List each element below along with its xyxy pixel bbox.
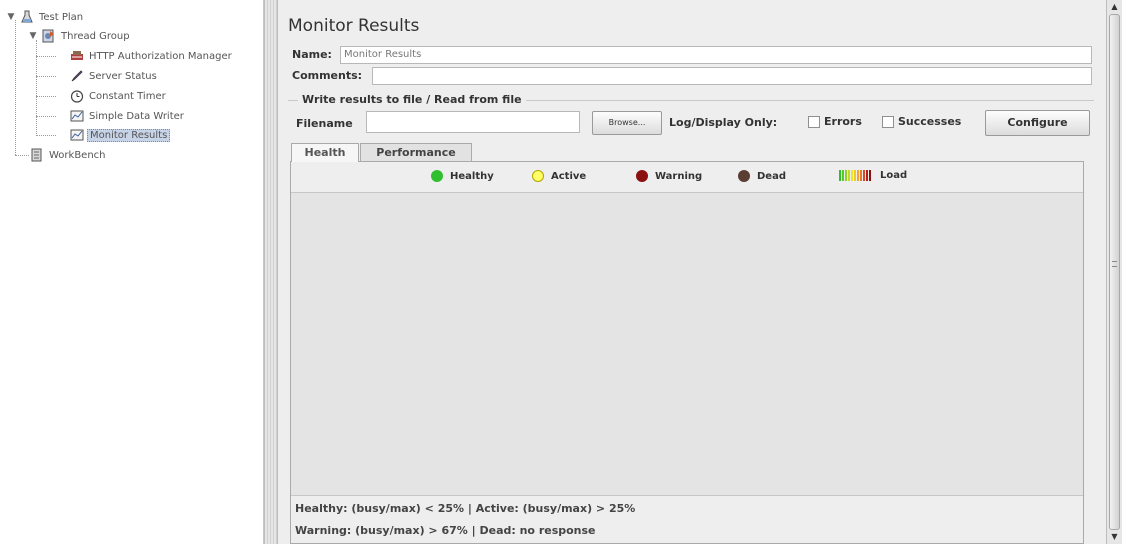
tree-connector: [15, 20, 16, 155]
legend-label: Warning: [655, 170, 703, 182]
file-group-title: Write results to file / Read from file: [298, 93, 526, 106]
legend-warning: Warning: [636, 170, 702, 182]
tree-connector: [36, 76, 56, 77]
tree-connector: [36, 96, 56, 97]
tree-connector: [36, 116, 56, 117]
scroll-down-arrow-icon[interactable]: ▼: [1109, 531, 1120, 543]
legend-dead: Dead: [738, 170, 786, 182]
tree-connector: [15, 155, 29, 156]
tree-item-monitor-results[interactable]: Monitor Results: [70, 126, 171, 144]
load-bar-segment: [860, 170, 862, 181]
test-plan-tree[interactable]: ▼ Test Plan ▼ Thread Group HTTP Authoriz…: [0, 0, 264, 544]
tree-connector: [36, 56, 56, 57]
errors-checkbox[interactable]: Errors: [808, 115, 862, 128]
tree-item-label: Constant Timer: [89, 90, 166, 102]
name-label: Name:: [292, 48, 332, 61]
tree-item-label: Test Plan: [39, 11, 84, 23]
load-bar-segment: [863, 170, 865, 181]
load-bar-segment: [839, 170, 841, 181]
successes-checkbox[interactable]: Successes: [882, 115, 961, 128]
healthy-status-icon: [431, 170, 443, 182]
comments-label: Comments:: [292, 69, 363, 82]
status-line-warning-dead: Warning: (busy/max) > 67% | Dead: no res…: [295, 524, 596, 537]
dead-status-icon: [738, 170, 750, 182]
tree-item-http-authorization-manager[interactable]: HTTP Authorization Manager: [70, 47, 234, 65]
test-plan-icon: [20, 10, 34, 24]
load-bar-segment: [857, 170, 859, 181]
load-bar-segment: [851, 170, 853, 181]
legend-label: Active: [551, 170, 587, 182]
checkbox-box[interactable]: [882, 115, 894, 128]
collapse-toggle-icon[interactable]: ▼: [28, 31, 38, 41]
tab-health[interactable]: Health: [291, 143, 359, 162]
load-bar-segment: [854, 170, 856, 181]
thread-group-icon: [42, 29, 56, 43]
checkbox-box[interactable]: [808, 115, 820, 128]
name-field[interactable]: Monitor Results: [340, 46, 1092, 64]
tree-item-label: Server Status: [89, 70, 157, 82]
legend-label: Load: [880, 170, 908, 181]
filename-label: Filename: [296, 117, 353, 130]
health-graph-area: [291, 192, 1083, 496]
authorization-manager-icon: [70, 49, 84, 63]
listener-icon: [70, 128, 84, 142]
log-display-only-label: Log/Display Only:: [669, 116, 778, 129]
load-bar-segment: [845, 170, 847, 181]
legend-active: Active: [532, 170, 586, 182]
tree-item-server-status[interactable]: Server Status: [70, 67, 159, 85]
timer-icon: [70, 89, 84, 103]
scrollbar-thumb[interactable]: [1109, 14, 1120, 530]
load-gradient-icon: [839, 170, 872, 181]
tree-item-label: HTTP Authorization Manager: [89, 50, 232, 62]
tree-item-constant-timer[interactable]: Constant Timer: [70, 87, 168, 105]
collapse-toggle-icon[interactable]: ▼: [6, 12, 16, 22]
legend-load: Load: [839, 170, 907, 181]
tree-item-label: Thread Group: [61, 30, 130, 42]
status-line-healthy-active: Healthy: (busy/max) < 25% | Active: (bus…: [295, 502, 636, 515]
health-legend: Healthy Active Warning Dead Load: [291, 170, 1085, 188]
tab-performance[interactable]: Performance: [360, 143, 472, 162]
tree-item-simple-data-writer[interactable]: Simple Data Writer: [70, 107, 186, 125]
vertical-scrollbar[interactable]: ▲ ▼: [1106, 0, 1122, 544]
tree-item-workbench[interactable]: WorkBench: [30, 146, 108, 164]
workbench-icon: [30, 148, 44, 162]
tree-item-label: Simple Data Writer: [89, 110, 184, 122]
successes-label: Successes: [898, 115, 962, 128]
monitor-results-panel: Monitor Results Name: Monitor Results Co…: [278, 0, 1106, 544]
warning-status-icon: [636, 170, 648, 182]
errors-label: Errors: [824, 115, 862, 128]
load-bar-segment: [842, 170, 844, 181]
configure-button[interactable]: Configure: [985, 110, 1090, 136]
split-pane-divider[interactable]: [264, 0, 278, 544]
sampler-pencil-icon: [70, 69, 84, 83]
load-bar-segment: [866, 170, 868, 181]
health-tab-panel: Healthy Active Warning Dead Load Healthy…: [290, 161, 1084, 544]
scroll-up-arrow-icon[interactable]: ▲: [1109, 1, 1120, 13]
page-title: Monitor Results: [288, 16, 420, 36]
tree-connector: [36, 135, 56, 136]
browse-button[interactable]: Browse...: [592, 111, 662, 135]
scrollbar-grip-icon: [1112, 261, 1117, 267]
legend-label: Healthy: [450, 170, 494, 182]
tree-connector: [36, 40, 37, 136]
comments-field[interactable]: [372, 67, 1092, 85]
tree-item-label: WorkBench: [49, 149, 106, 161]
tree-item-thread-group[interactable]: ▼ Thread Group: [28, 27, 132, 45]
legend-healthy: Healthy: [431, 170, 494, 182]
tree-item-label: Monitor Results: [87, 128, 171, 142]
legend-label: Dead: [757, 170, 786, 182]
load-bar-segment: [869, 170, 871, 181]
listener-icon: [70, 109, 84, 123]
load-bar-segment: [848, 170, 850, 181]
tree-item-test-plan[interactable]: ▼ Test Plan: [6, 8, 85, 26]
filename-field[interactable]: [366, 111, 580, 133]
active-status-icon: [532, 170, 544, 182]
